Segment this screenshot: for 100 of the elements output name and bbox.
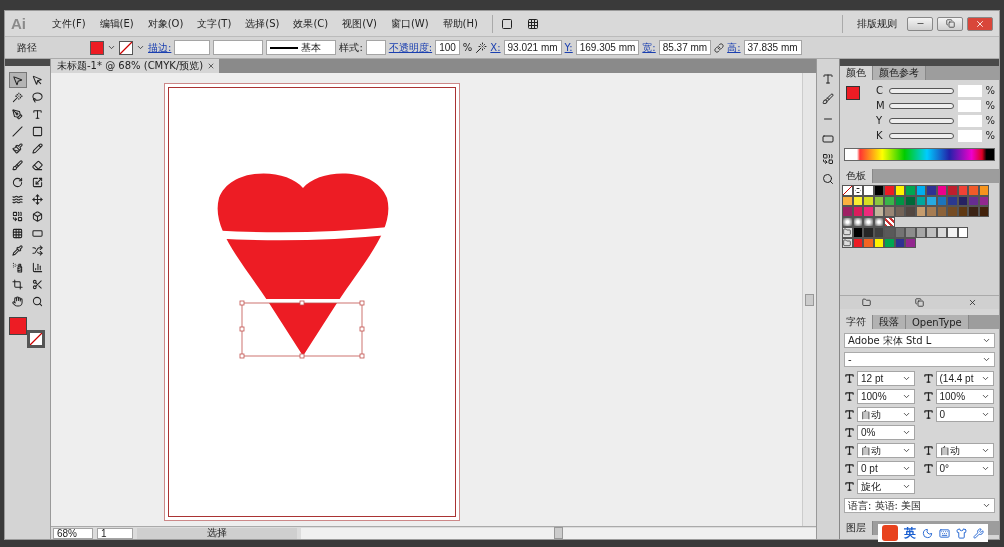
- color-swatch[interactable]: [884, 206, 895, 217]
- channel-field[interactable]: [957, 114, 982, 127]
- channel-field[interactable]: [957, 129, 982, 142]
- menu-item[interactable]: 编辑(E): [93, 14, 140, 33]
- horizontal-scrollbar[interactable]: [301, 527, 816, 539]
- color-swatch[interactable]: [873, 206, 884, 217]
- menu-item[interactable]: 选择(S): [239, 14, 286, 33]
- color-swatch[interactable]: [894, 195, 905, 206]
- color-swatch[interactable]: [915, 185, 926, 196]
- ime-mode-label[interactable]: 英: [904, 524, 916, 542]
- panel-tab[interactable]: 图层: [840, 521, 873, 535]
- color-swatch[interactable]: [905, 195, 916, 206]
- panel-tab[interactable]: 颜色参考: [873, 66, 926, 80]
- color-swatch[interactable]: [926, 227, 937, 238]
- stroke-swatch[interactable]: [119, 40, 133, 55]
- none-swatch[interactable]: [842, 185, 853, 196]
- horizontal-scale-field[interactable]: 100%: [857, 389, 915, 404]
- gradient-swatch[interactable]: [842, 216, 853, 227]
- color-swatch[interactable]: [926, 206, 937, 217]
- color-swatch[interactable]: [968, 185, 979, 196]
- zoom-field[interactable]: 68%: [53, 527, 93, 539]
- link-icon[interactable]: [714, 42, 725, 53]
- menu-item[interactable]: 帮助(H): [436, 14, 484, 33]
- style-field[interactable]: [365, 40, 386, 55]
- color-swatch[interactable]: [926, 195, 937, 206]
- tool-button[interactable]: [8, 72, 27, 88]
- kerning-field[interactable]: 自动: [857, 407, 915, 422]
- vertical-scrollbar[interactable]: [802, 73, 816, 526]
- color-swatch[interactable]: [905, 237, 916, 248]
- color-swatch[interactable]: [957, 206, 968, 217]
- panel-tab[interactable]: OpenType: [906, 315, 969, 329]
- menu-item[interactable]: 视图(V): [336, 14, 383, 33]
- color-swatch[interactable]: [936, 195, 947, 206]
- baseline-shift-field[interactable]: 0 pt: [857, 461, 915, 476]
- fill-color-swatch[interactable]: [9, 317, 27, 335]
- color-swatch[interactable]: [936, 227, 947, 238]
- menu-item[interactable]: 窗口(W): [384, 14, 435, 33]
- color-swatch[interactable]: [842, 206, 853, 217]
- color-swatch[interactable]: [852, 227, 863, 238]
- restore-button[interactable]: [937, 16, 963, 31]
- color-swatch[interactable]: [978, 185, 989, 196]
- menu-item[interactable]: 对象(O): [141, 14, 190, 33]
- opacity-field[interactable]: 100: [435, 40, 460, 55]
- color-spectrum[interactable]: [844, 148, 995, 161]
- color-swatch[interactable]: [915, 195, 926, 206]
- page-field[interactable]: 1: [97, 527, 133, 539]
- color-swatch[interactable]: [905, 206, 916, 217]
- color-swatch[interactable]: [968, 206, 979, 217]
- channel-field[interactable]: [957, 99, 982, 112]
- workspace-switcher[interactable]: 排版规则: [851, 14, 903, 33]
- color-swatch[interactable]: [852, 237, 863, 248]
- menu-item[interactable]: 效果(C): [287, 14, 335, 33]
- color-swatch[interactable]: [936, 185, 947, 196]
- stroke-color-swatch[interactable]: [27, 330, 45, 348]
- color-swatch[interactable]: [957, 227, 968, 238]
- aki-left-field[interactable]: 自动: [857, 443, 915, 458]
- gradient-swatch[interactable]: [873, 216, 884, 227]
- panel-tab[interactable]: 字符: [840, 315, 873, 329]
- color-swatch[interactable]: [894, 237, 905, 248]
- color-swatch[interactable]: [884, 185, 895, 196]
- color-swatch[interactable]: [936, 206, 947, 217]
- x-field[interactable]: 93.021 mm: [503, 40, 562, 55]
- color-swatch[interactable]: [947, 227, 958, 238]
- color-swatch[interactable]: [863, 237, 874, 248]
- color-swatch[interactable]: [863, 206, 874, 217]
- color-swatch[interactable]: [905, 227, 916, 238]
- tracking-field[interactable]: 0: [935, 407, 994, 422]
- fill-swatch[interactable]: [90, 40, 104, 55]
- panel-tab[interactable]: 颜色: [840, 66, 873, 80]
- language-field[interactable]: 语言: 英语: 美国: [844, 498, 995, 513]
- document-tab[interactable]: 未标题-1* @ 68% (CMYK/预览): [51, 59, 220, 73]
- stroke-link[interactable]: 描边:: [148, 40, 172, 55]
- color-swatch[interactable]: [915, 227, 926, 238]
- color-swatch[interactable]: [873, 195, 884, 206]
- color-swatch[interactable]: [863, 185, 874, 196]
- shirt-icon[interactable]: [956, 527, 967, 539]
- color-swatch[interactable]: [968, 195, 979, 206]
- gradient-swatch[interactable]: [863, 216, 874, 227]
- color-swatch[interactable]: [957, 185, 968, 196]
- color-swatch[interactable]: [863, 227, 874, 238]
- gradient-swatch[interactable]: [852, 216, 863, 227]
- height-field[interactable]: 37.835 mm: [743, 40, 802, 55]
- color-swatch[interactable]: [947, 206, 958, 217]
- fill-color-swatch[interactable]: [846, 86, 860, 100]
- color-swatch[interactable]: [978, 195, 989, 206]
- color-swatch[interactable]: [947, 185, 958, 196]
- close-button[interactable]: [967, 16, 993, 31]
- panel-tab[interactable]: 色板: [840, 169, 873, 183]
- wrench-icon[interactable]: [973, 527, 984, 539]
- color-swatch[interactable]: [873, 227, 884, 238]
- magic-wand-icon[interactable]: [475, 41, 488, 54]
- delete-icon[interactable]: [968, 298, 977, 307]
- color-swatch[interactable]: [926, 185, 937, 196]
- leading-field[interactable]: (14.4 pt: [935, 371, 994, 386]
- y-field[interactable]: 169.305 mm: [575, 40, 640, 55]
- color-swatch[interactable]: [894, 185, 905, 196]
- color-swatch[interactable]: [884, 237, 895, 248]
- aki-right-field[interactable]: 自动: [935, 443, 994, 458]
- keyboard-icon[interactable]: [939, 527, 950, 539]
- color-swatch[interactable]: [894, 227, 905, 238]
